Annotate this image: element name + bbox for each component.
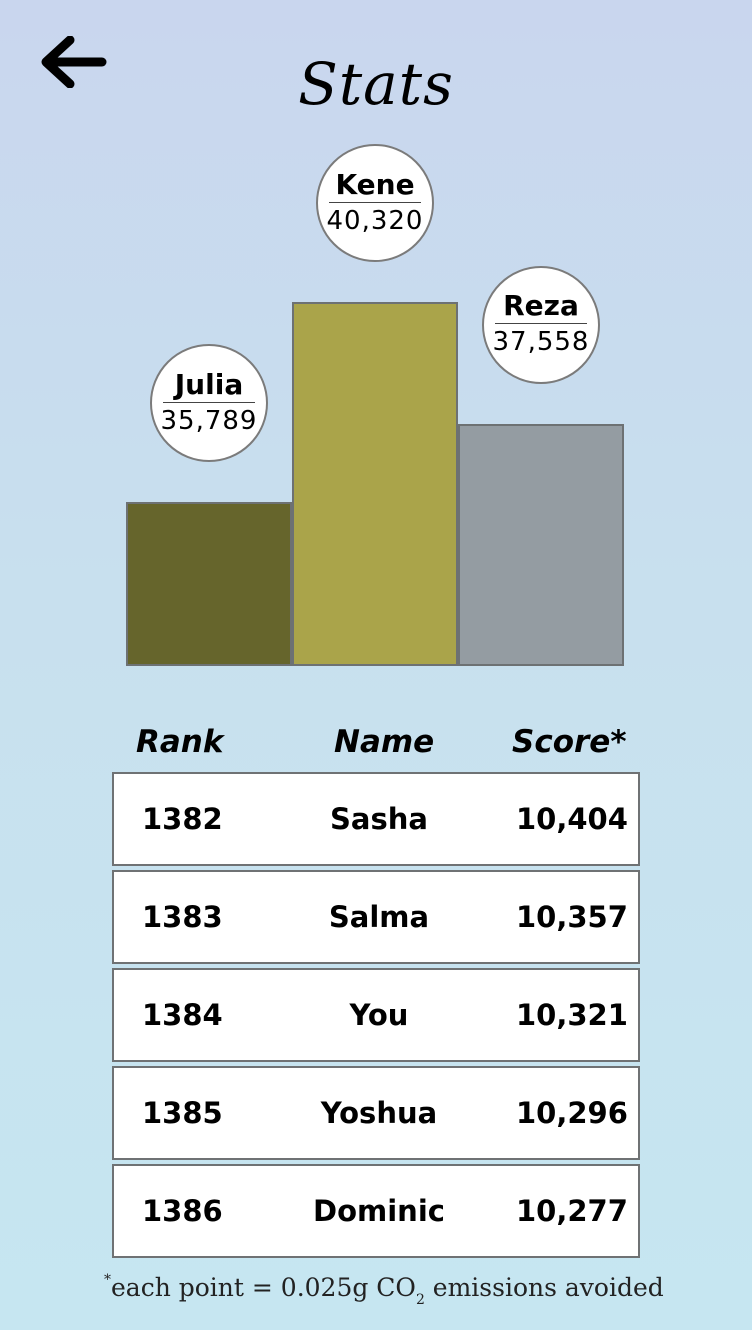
rank-cell: 1385 bbox=[142, 1096, 223, 1130]
podium-bar-kene bbox=[292, 302, 458, 666]
table-row[interactable]: 1383 Salma 10,357 bbox=[112, 870, 640, 964]
table-row-current-user[interactable]: 1384 You 10,321 bbox=[112, 968, 640, 1062]
score-cell: 10,296 bbox=[516, 1096, 628, 1130]
podium-score: 40,320 bbox=[326, 205, 424, 236]
name-cell: Sasha bbox=[330, 802, 428, 836]
column-header-rank: Rank bbox=[136, 724, 224, 760]
podium-badge-reza: Reza 37,558 bbox=[482, 265, 600, 384]
table-row[interactable]: 1382 Sasha 10,404 bbox=[112, 772, 640, 866]
name-cell: You bbox=[349, 998, 409, 1032]
podium-score: 37,558 bbox=[492, 327, 590, 358]
podium-name: Kene bbox=[329, 168, 421, 203]
podium-score: 35,789 bbox=[160, 405, 258, 436]
table-row[interactable]: 1385 Yoshua 10,296 bbox=[112, 1066, 640, 1160]
podium-bar-reza bbox=[458, 423, 624, 666]
rank-cell: 1386 bbox=[142, 1194, 223, 1228]
rank-cell: 1384 bbox=[142, 998, 223, 1032]
podium-name: Reza bbox=[495, 289, 587, 325]
column-header-score: Score* bbox=[512, 724, 627, 760]
podium-badge-julia: Julia 35,789 bbox=[150, 344, 268, 462]
rank-cell: 1383 bbox=[142, 900, 223, 934]
score-cell: 10,357 bbox=[516, 900, 628, 934]
rank-cell: 1382 bbox=[142, 802, 223, 836]
score-footnote: *each point = 0.025g CO2 emissions avoid… bbox=[104, 1262, 664, 1318]
footnote-text-end: emissions avoided bbox=[424, 1273, 664, 1302]
podium-badge-kene: Kene 40,320 bbox=[316, 144, 434, 262]
page-title: Stats bbox=[298, 50, 454, 118]
footnote-asterisk: * bbox=[104, 1272, 111, 1288]
score-cell: 10,404 bbox=[516, 802, 628, 836]
name-cell: Yoshua bbox=[320, 1096, 438, 1130]
score-cell: 10,277 bbox=[516, 1194, 628, 1228]
name-cell: Salma bbox=[328, 900, 430, 934]
footnote-subscript: 2 bbox=[415, 1292, 425, 1308]
table-row[interactable]: 1386 Dominic 10,277 bbox=[112, 1164, 640, 1258]
score-cell: 10,321 bbox=[516, 998, 628, 1032]
podium-name: Julia bbox=[163, 368, 255, 403]
name-cell: Dominic bbox=[313, 1194, 445, 1228]
footnote-text: each point = 0.025g CO bbox=[111, 1273, 416, 1302]
podium-bar-julia bbox=[126, 502, 292, 666]
column-header-name: Name bbox=[334, 724, 435, 760]
